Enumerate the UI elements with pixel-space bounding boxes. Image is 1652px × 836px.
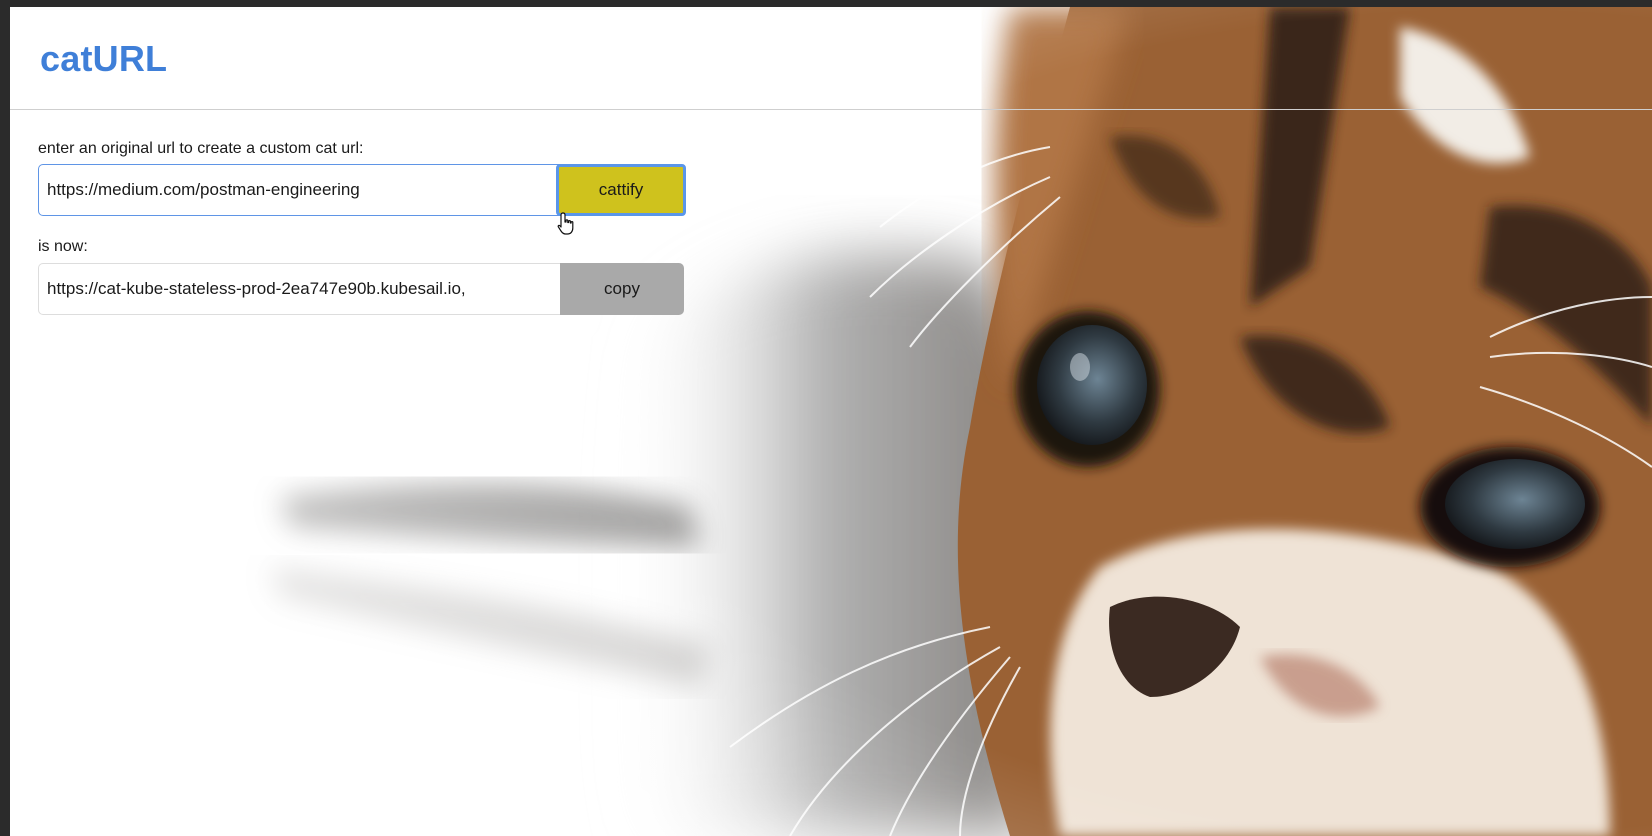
copy-button[interactable]: copy: [560, 263, 684, 315]
original-url-label: enter an original url to create a custom…: [38, 140, 364, 157]
result-url-label: is now:: [38, 238, 88, 255]
result-url-field[interactable]: [38, 263, 566, 315]
result-url-row: copy: [38, 263, 684, 315]
app-header: catURL: [10, 7, 1652, 110]
original-url-input[interactable]: [38, 164, 566, 216]
app-window: catURL enter an original url to create a…: [10, 7, 1652, 836]
app-logo[interactable]: catURL: [40, 38, 167, 80]
kitten-background-image: [10, 7, 1652, 836]
original-url-row: cattify: [38, 164, 686, 216]
cattify-button[interactable]: cattify: [556, 164, 686, 216]
